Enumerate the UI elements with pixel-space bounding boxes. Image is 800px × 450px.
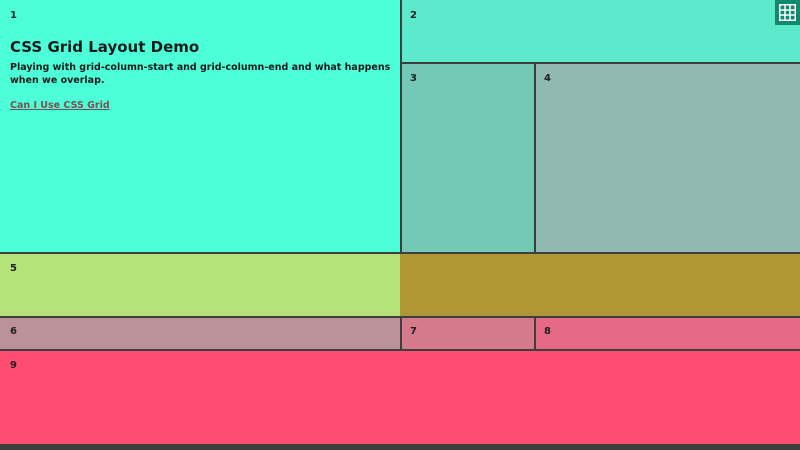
cell-number: 5 <box>10 263 17 274</box>
grid-line <box>400 62 800 64</box>
grid-cell-7: 7 <box>400 316 536 351</box>
grid-overlap-area <box>400 253 800 318</box>
grid-cell-3: 3 <box>400 63 536 254</box>
page-description: Playing with grid-column-start and grid-… <box>10 62 391 86</box>
grid-cell-8: 8 <box>534 316 800 351</box>
grid-cell-1: 1 CSS Grid Layout Demo Playing with grid… <box>0 0 402 254</box>
grid-cell-4: 4 <box>534 63 800 254</box>
grid-cell-9: 9 <box>0 350 800 444</box>
grid-line <box>0 252 800 254</box>
cell-number: 7 <box>410 326 417 337</box>
cell-number: 8 <box>544 326 551 337</box>
grid-cell-2: 2 <box>400 0 800 65</box>
grid-icon <box>779 4 796 21</box>
page-title: CSS Grid Layout Demo <box>10 38 200 56</box>
grid-cell-6: 6 <box>0 316 402 351</box>
grid-cell-5: 5 <box>0 253 400 318</box>
grid-line <box>400 0 402 254</box>
cell-number: 3 <box>410 73 417 84</box>
bottom-bar <box>0 444 800 450</box>
grid-line <box>400 316 402 351</box>
cell-number: 6 <box>10 326 17 337</box>
grid-toggle-button[interactable] <box>775 0 800 25</box>
cell-number: 2 <box>410 10 417 21</box>
grid-line <box>0 349 800 351</box>
can-i-use-link[interactable]: Can I Use CSS Grid <box>10 100 110 111</box>
grid-line <box>534 63 536 254</box>
cell-number: 1 <box>10 10 17 21</box>
grid-line <box>534 316 536 351</box>
cell-number: 9 <box>10 360 17 371</box>
cell-number: 4 <box>544 73 551 84</box>
